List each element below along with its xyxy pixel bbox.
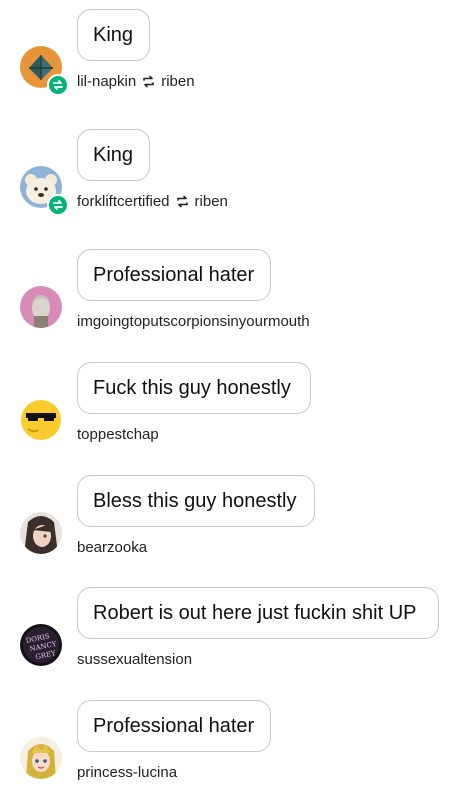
- reply-bubble: Bless this guy honestly: [77, 475, 315, 527]
- reply-note: Bless this guy honestly bearzooka: [0, 466, 471, 576]
- reply-note: Robert is out here just fuckin shit UP D…: [0, 578, 471, 688]
- username-link[interactable]: lil-napkin: [77, 73, 136, 90]
- reply-note: King forkliftcertified riben: [0, 120, 471, 230]
- reply-bubble: King: [77, 9, 150, 61]
- reply-text: King: [93, 23, 134, 46]
- portrait-avatar-icon: [20, 286, 62, 328]
- note-meta: imgoingtoputscorpionsinyourmouth: [77, 311, 310, 331]
- reblogged-from-link[interactable]: riben: [195, 193, 228, 210]
- anime-character-avatar-icon: [20, 512, 62, 554]
- reblog-icon: [176, 195, 189, 208]
- sunglasses-emoji-avatar-icon: [20, 399, 62, 441]
- username-link[interactable]: imgoingtoputscorpionsinyourmouth: [77, 313, 310, 330]
- reblog-badge-icon: [47, 74, 69, 96]
- reblogged-from-link[interactable]: riben: [161, 73, 194, 90]
- reply-bubble: Professional hater: [77, 249, 271, 301]
- princess-avatar-icon: [20, 737, 62, 779]
- doris-nancy-grey-avatar-icon: DORIS NANCY GREY: [20, 624, 62, 666]
- reblog-badge-icon: [47, 194, 69, 216]
- reply-note: King lil-napkin riben: [0, 0, 471, 110]
- note-meta: toppestchap: [77, 424, 159, 444]
- reply-text: Professional hater: [93, 714, 255, 737]
- reply-bubble: King: [77, 129, 150, 181]
- reply-text: King: [93, 143, 134, 166]
- reply-bubble: Fuck this guy honestly: [77, 362, 311, 414]
- reply-text: Professional hater: [93, 263, 255, 286]
- reply-note: Fuck this guy honestly toppestchap: [0, 353, 471, 463]
- reply-note: Professional hater princess-lucina: [0, 691, 471, 801]
- username-link[interactable]: toppestchap: [77, 426, 159, 443]
- reply-bubble: Robert is out here just fuckin shit UP: [77, 587, 439, 639]
- username-link[interactable]: forkliftcertified: [77, 193, 170, 210]
- note-meta: bearzooka: [77, 537, 147, 557]
- reblog-icon: [142, 75, 155, 88]
- avatar[interactable]: [20, 737, 62, 779]
- username-link[interactable]: bearzooka: [77, 539, 147, 556]
- reply-note: Professional hater imgoingtoputscorpions…: [0, 240, 471, 350]
- reply-text: Fuck this guy honestly: [93, 376, 291, 399]
- avatar[interactable]: DORIS NANCY GREY: [20, 624, 62, 666]
- reply-text: Bless this guy honestly: [93, 489, 297, 512]
- notes-feed: King lil-napkin riben King forkliftcerti…: [0, 0, 471, 810]
- avatar[interactable]: [20, 286, 62, 328]
- username-link[interactable]: sussexualtension: [77, 651, 192, 668]
- note-meta: lil-napkin riben: [77, 71, 195, 91]
- note-meta: princess-lucina: [77, 762, 177, 782]
- note-meta: forkliftcertified riben: [77, 191, 228, 211]
- avatar[interactable]: [20, 399, 62, 441]
- reply-bubble: Professional hater: [77, 700, 271, 752]
- username-link[interactable]: princess-lucina: [77, 764, 177, 781]
- note-meta: sussexualtension: [77, 649, 192, 669]
- avatar[interactable]: [20, 512, 62, 554]
- reply-text: Robert is out here just fuckin shit UP: [93, 601, 417, 624]
